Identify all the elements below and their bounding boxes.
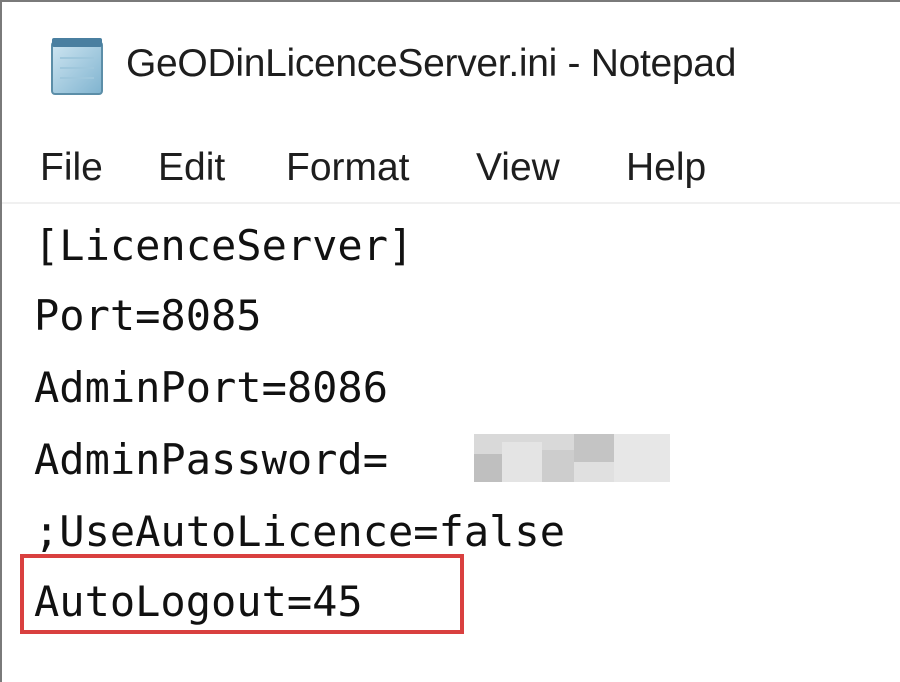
menu-format[interactable]: Format xyxy=(286,146,410,190)
menu-divider xyxy=(2,202,900,204)
editor-line: [LicenceServer] xyxy=(34,221,414,270)
editor-line: AdminPassword= xyxy=(34,435,389,484)
redacted-password-block xyxy=(474,434,670,482)
menu-edit[interactable]: Edit xyxy=(158,146,225,190)
menu-view[interactable]: View xyxy=(476,146,560,190)
editor-line: Port=8085 xyxy=(34,291,262,340)
window-title: GeODinLicenceServer.ini - Notepad xyxy=(126,42,737,85)
notepad-window: GeODinLicenceServer.ini - Notepad File E… xyxy=(0,0,900,682)
editor-line: AdminPort=8086 xyxy=(34,363,389,412)
menu-help[interactable]: Help xyxy=(626,146,706,190)
menu-file[interactable]: File xyxy=(40,146,103,190)
editor-line: ;UseAutoLicence=false xyxy=(34,507,566,556)
highlight-box xyxy=(20,554,464,634)
notepad-icon xyxy=(51,38,103,95)
menu-bar: File Edit Format View Help xyxy=(2,138,900,198)
title-bar: GeODinLicenceServer.ini - Notepad xyxy=(2,2,900,132)
